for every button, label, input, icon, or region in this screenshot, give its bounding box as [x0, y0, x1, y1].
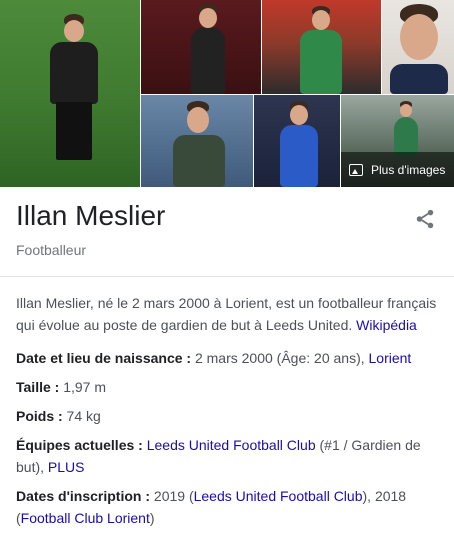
gallery-image-4[interactable]: [382, 0, 454, 94]
more-images-label: Plus d'images: [371, 162, 446, 177]
fact-height: Taille : 1,97 m: [16, 376, 446, 398]
gallery-image-1[interactable]: [0, 0, 140, 187]
player-figure: [391, 101, 421, 157]
entity-subtitle: Footballeur: [16, 242, 87, 258]
image-icon: [349, 163, 363, 176]
fact-value: 1,97 m: [59, 379, 107, 395]
fact-birth: Date et lieu de naissance : 2 mars 2000 …: [16, 347, 446, 369]
gallery-image-6[interactable]: [254, 95, 340, 187]
player-figure: [189, 4, 229, 94]
share-icon[interactable]: [414, 208, 436, 230]
entity-title: Illan Meslier: [16, 200, 166, 231]
player-figure: [38, 14, 108, 174]
more-images-button[interactable]: Plus d'images: [341, 152, 454, 187]
player-figure: [296, 6, 346, 94]
fact-registration: Dates d'inscription : 2019 (Leeds United…: [16, 485, 446, 529]
fact-weight: Poids : 74 kg: [16, 405, 446, 427]
birthplace-link[interactable]: Lorient: [369, 350, 412, 366]
section-divider: [0, 276, 454, 277]
club-link-leeds[interactable]: Leeds United Football Club: [194, 488, 363, 504]
entity-description: Illan Meslier, né le 2 mars 2000 à Lorie…: [16, 292, 442, 336]
fact-value: 74 kg: [62, 408, 101, 424]
fact-value: 2019 (: [150, 488, 194, 504]
fact-value: 2 mars 2000 (Âge: 20 ans),: [191, 350, 369, 366]
gallery-image-5[interactable]: [141, 95, 253, 187]
fact-label: Taille :: [16, 379, 60, 395]
player-portrait: [390, 4, 448, 94]
wikipedia-link[interactable]: Wikipédia: [356, 317, 417, 333]
image-gallery: Plus d'images: [0, 0, 454, 187]
knowledge-panel-header: Illan Meslier Footballeur: [16, 200, 436, 258]
fact-label: Dates d'inscription :: [16, 488, 151, 504]
team-link[interactable]: Leeds United Football Club: [147, 437, 316, 453]
player-figure: [171, 101, 227, 187]
player-figure: [276, 101, 322, 187]
fact-teams: Équipes actuelles : Leeds United Footbal…: [16, 434, 446, 478]
gallery-image-3[interactable]: [262, 0, 381, 94]
facts-list: Date et lieu de naissance : 2 mars 2000 …: [16, 347, 446, 536]
club-link-lorient[interactable]: Football Club Lorient: [21, 510, 150, 526]
gallery-image-2[interactable]: [141, 0, 261, 94]
fact-value: ): [149, 510, 155, 526]
fact-label: Équipes actuelles :: [16, 437, 143, 453]
more-teams-link[interactable]: PLUS: [48, 459, 85, 475]
fact-label: Poids :: [16, 408, 63, 424]
fact-label: Date et lieu de naissance :: [16, 350, 192, 366]
